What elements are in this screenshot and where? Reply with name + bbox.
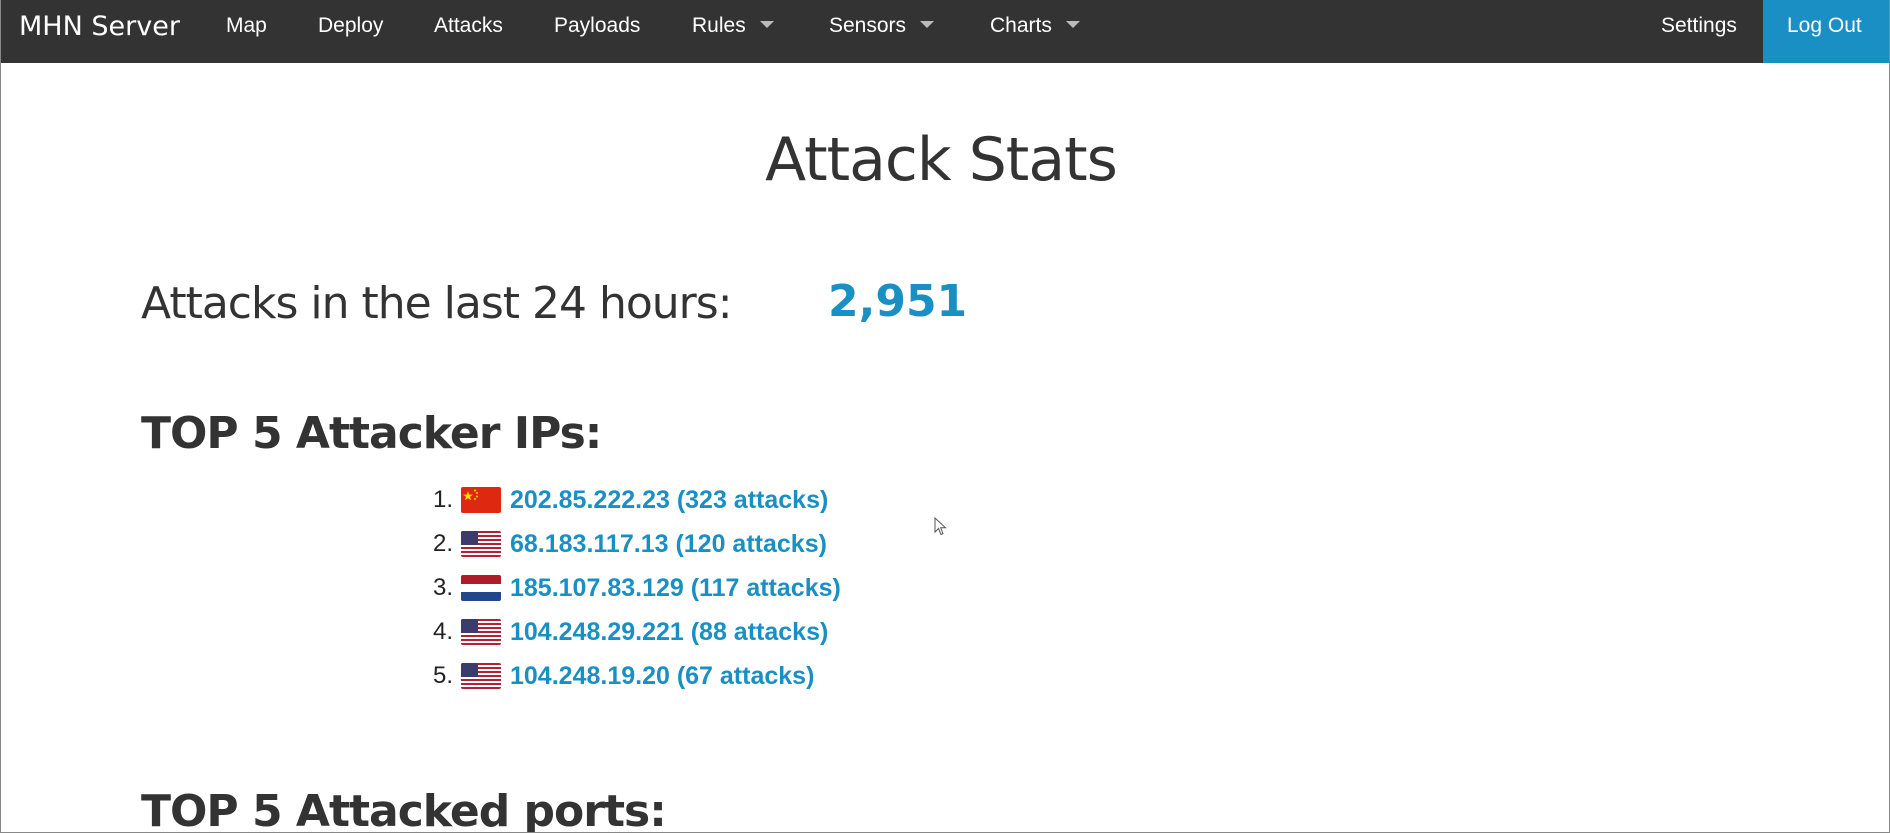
nav-rules-label: Rules	[692, 14, 746, 37]
rank-number: 4.	[432, 618, 453, 645]
nav-rules-dropdown[interactable]: Rules	[692, 0, 774, 63]
attacker-ip-link[interactable]: 104.248.19.20 (67 attacks)	[510, 662, 814, 691]
attacks-24h-count: 2,951	[828, 276, 968, 327]
brand-link[interactable]: MHN Server	[19, 0, 180, 63]
chevron-down-icon	[759, 21, 774, 29]
nav-map[interactable]: Map	[226, 0, 267, 63]
usa-flag-icon	[461, 663, 501, 689]
nav-payloads[interactable]: Payloads	[554, 0, 640, 63]
page-title: Attack Stats	[765, 125, 1118, 195]
usa-flag-icon	[461, 619, 501, 645]
attacker-ip-link[interactable]: 68.183.117.13 (120 attacks)	[510, 530, 827, 559]
rank-number: 2.	[432, 530, 453, 557]
top-ips-list: 1. 202.85.222.23 (323 attacks) 2. 68.183…	[421, 478, 841, 698]
china-flag-icon	[461, 487, 501, 513]
nav-attacks[interactable]: Attacks	[434, 0, 503, 63]
nav-sensors-dropdown[interactable]: Sensors	[829, 0, 935, 63]
browser-page: MHN Server Map Deploy Attacks Payloads R…	[0, 0, 1890, 833]
attacker-ip-link[interactable]: 104.248.29.221 (88 attacks)	[510, 618, 828, 647]
nav-charts-dropdown[interactable]: Charts	[990, 0, 1080, 63]
logout-button[interactable]: Log Out	[1763, 0, 1889, 63]
usa-flag-icon	[461, 531, 501, 557]
top-navbar: MHN Server Map Deploy Attacks Payloads R…	[1, 0, 1889, 63]
nav-sensors-label: Sensors	[829, 14, 907, 37]
list-item: 4. 104.248.29.221 (88 attacks)	[421, 610, 841, 654]
rank-number: 3.	[432, 574, 453, 601]
top-ports-heading: TOP 5 Attacked ports:	[141, 786, 667, 833]
attacks-24h-label: Attacks in the last 24 hours:	[141, 278, 733, 329]
chevron-down-icon	[920, 21, 935, 29]
list-item: 5. 104.248.19.20 (67 attacks)	[421, 654, 841, 698]
nav-settings[interactable]: Settings	[1661, 0, 1737, 63]
list-item: 2. 68.183.117.13 (120 attacks)	[421, 522, 841, 566]
rank-number: 5.	[432, 662, 453, 689]
nav-deploy[interactable]: Deploy	[318, 0, 383, 63]
nav-charts-label: Charts	[990, 14, 1052, 37]
mouse-pointer-icon	[934, 517, 947, 536]
top-ips-heading: TOP 5 Attacker IPs:	[141, 408, 602, 459]
list-item: 1. 202.85.222.23 (323 attacks)	[421, 478, 841, 522]
attacker-ip-link[interactable]: 202.85.222.23 (323 attacks)	[510, 486, 828, 515]
list-item: 3. 185.107.83.129 (117 attacks)	[421, 566, 841, 610]
rank-number: 1.	[432, 486, 453, 513]
attacker-ip-link[interactable]: 185.107.83.129 (117 attacks)	[510, 574, 841, 603]
chevron-down-icon	[1065, 21, 1080, 29]
netherlands-flag-icon	[461, 575, 501, 601]
